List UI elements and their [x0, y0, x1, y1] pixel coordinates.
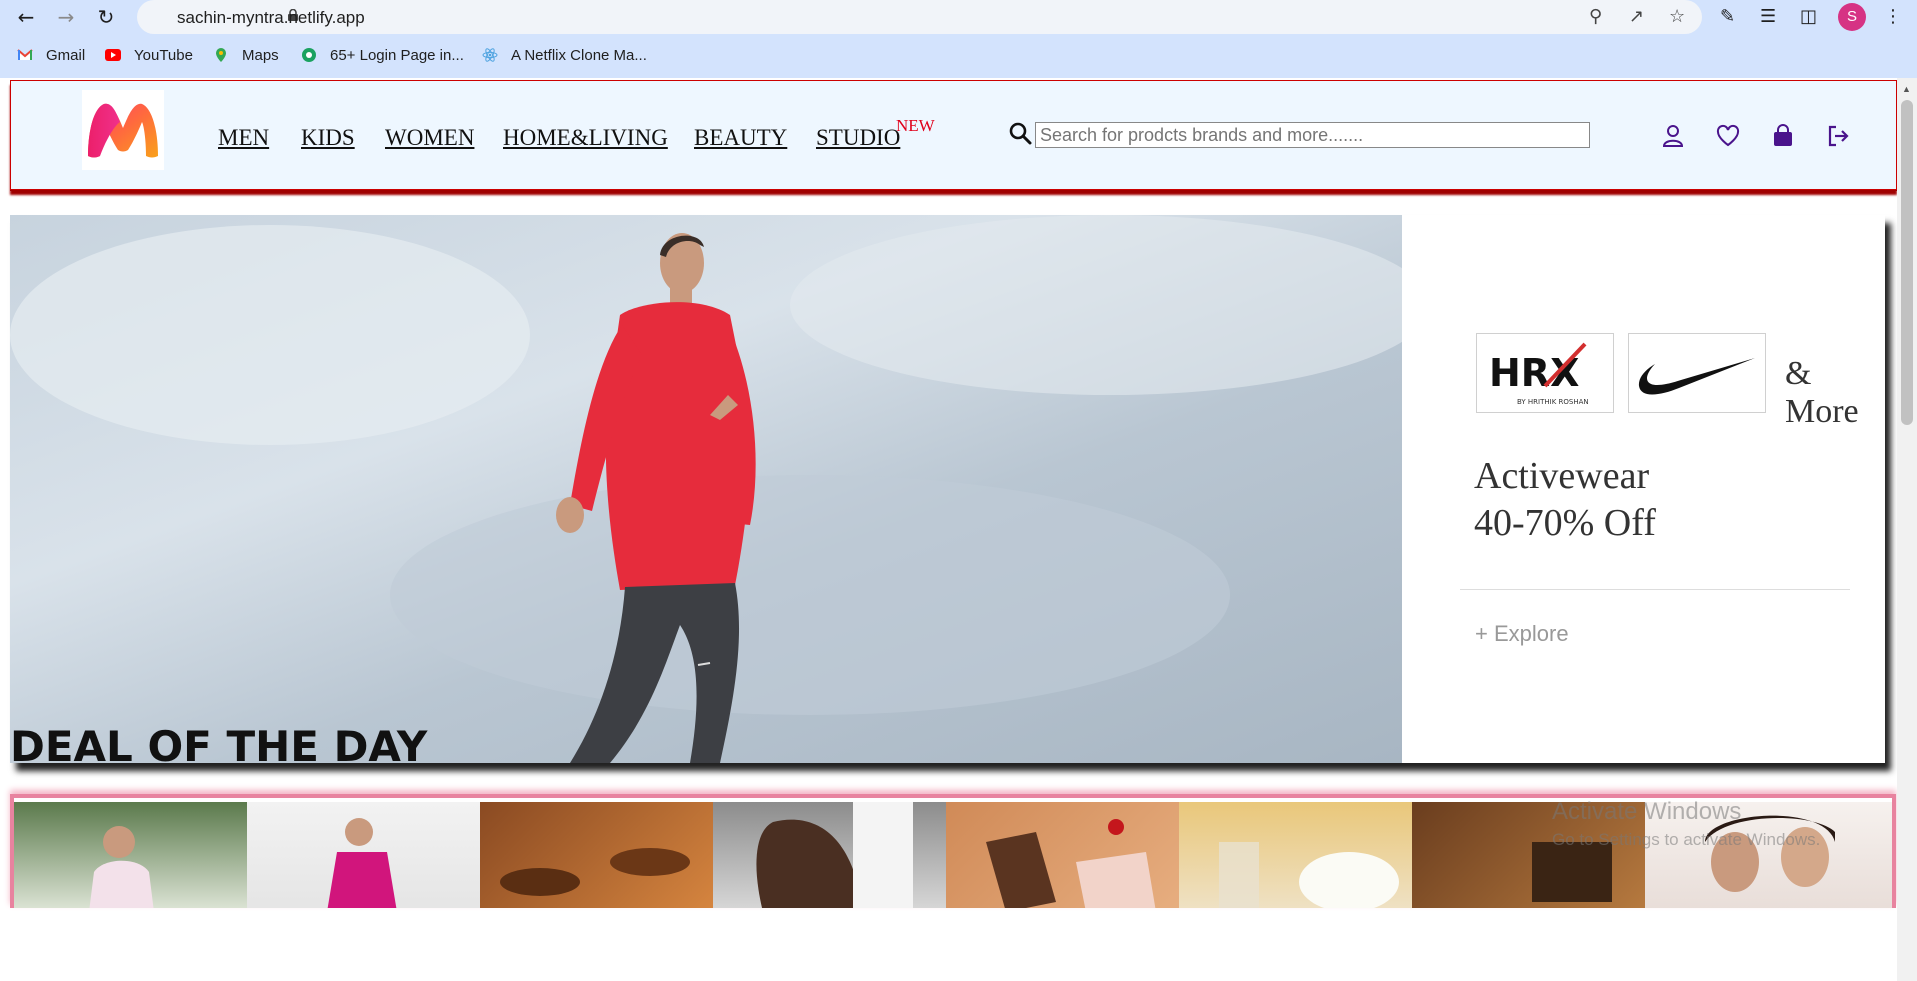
site-icon: [302, 48, 316, 62]
reload-icon[interactable]: ↻: [93, 4, 119, 30]
hero-banner[interactable]: HRX BY HRITHIK ROSHAN & More Activewear …: [10, 215, 1885, 763]
zoom-icon[interactable]: ⚲: [1589, 6, 1602, 27]
runner-illustration: [10, 215, 1402, 763]
svg-text:HRX: HRX: [1489, 351, 1579, 395]
windows-watermark-subtitle: Go to Settings to activate Windows.: [1552, 830, 1821, 849]
more-brands-text: & More: [1785, 355, 1859, 430]
divider: [1460, 589, 1850, 590]
star-icon[interactable]: ☆: [1669, 6, 1685, 27]
explore-link[interactable]: + Explore: [1475, 621, 1569, 647]
share-icon[interactable]: ↗: [1629, 6, 1644, 27]
extensions-icon[interactable]: ✎: [1720, 6, 1735, 27]
search-icon[interactable]: [1008, 121, 1034, 147]
myntra-logo[interactable]: [82, 90, 164, 170]
nav-beauty[interactable]: BEAUTY: [694, 125, 787, 151]
back-icon[interactable]: ←: [13, 4, 39, 30]
bookmark-login-page[interactable]: 65+ Login Page in...: [330, 47, 464, 64]
deal-tile[interactable]: [1179, 802, 1412, 908]
hero-offer-panel: HRX BY HRITHIK ROSHAN & More Activewear …: [1402, 215, 1885, 763]
bag-icon[interactable]: [1770, 123, 1796, 149]
deal-tile[interactable]: [247, 802, 480, 908]
logo-mark: [88, 103, 158, 158]
site-header: MEN KIDS WOMEN HOME&LIVING BEAUTY STUDIO…: [10, 80, 1897, 190]
youtube-icon: [105, 49, 121, 61]
scrollbar-thumb[interactable]: [1901, 100, 1913, 425]
bookmark-maps[interactable]: Maps: [242, 47, 279, 64]
browser-toolbar: ← → ↻ sachin-myntra.netlify.app ⚲ ↗ ☆ ✎ …: [0, 0, 1917, 34]
maps-icon: [216, 48, 226, 62]
offer-line-2: 40-70% Off: [1474, 502, 1656, 544]
media-icon[interactable]: ☰: [1760, 6, 1776, 27]
side-panel-icon[interactable]: ◫: [1800, 6, 1817, 27]
forward-icon[interactable]: →: [53, 4, 79, 30]
deal-tile[interactable]: [14, 802, 247, 908]
hrx-logo: HRX BY HRITHIK ROSHAN: [1476, 333, 1614, 413]
offer-text: Activewear 40-70% Off: [1474, 453, 1656, 547]
nike-logo: [1628, 333, 1766, 413]
nav-women[interactable]: WOMEN: [385, 125, 474, 151]
address-bar[interactable]: sachin-myntra.netlify.app ⚲ ↗ ☆: [137, 0, 1702, 34]
logout-icon[interactable]: [1825, 123, 1851, 149]
offer-line-1: Activewear: [1474, 455, 1650, 497]
nav-studio[interactable]: STUDIO: [816, 125, 900, 151]
bookmarks-bar: Gmail YouTube Maps 65+ Login Page in... …: [0, 34, 1917, 78]
deal-tile[interactable]: [946, 802, 1179, 908]
svg-text:BY HRITHIK ROSHAN: BY HRITHIK ROSHAN: [1517, 398, 1589, 406]
search-input[interactable]: [1035, 122, 1590, 148]
menu-icon[interactable]: ⋮: [1884, 6, 1902, 27]
gmail-icon: [17, 49, 33, 60]
avatar[interactable]: S: [1838, 3, 1866, 31]
deal-tile[interactable]: [713, 802, 946, 908]
scroll-up-icon[interactable]: ▲: [1902, 84, 1911, 94]
bookmark-netflix-clone[interactable]: A Netflix Clone Ma...: [511, 47, 647, 64]
url-text: sachin-myntra.netlify.app: [177, 8, 365, 27]
bookmark-gmail[interactable]: Gmail: [46, 47, 85, 64]
bookmark-youtube[interactable]: YouTube: [134, 47, 193, 64]
nav-men[interactable]: MEN: [218, 125, 269, 151]
hero-image-runner: [10, 215, 1402, 763]
windows-watermark-title: Activate Windows: [1552, 798, 1742, 825]
profile-icon[interactable]: [1660, 123, 1686, 149]
react-icon: [482, 48, 498, 62]
nav-home-living[interactable]: HOME&LIVING: [503, 125, 668, 151]
wishlist-icon[interactable]: [1715, 123, 1741, 149]
studio-new-badge: NEW: [896, 116, 935, 135]
deal-of-the-day-heading: DEAL OF THE DAY: [10, 722, 428, 771]
nav-kids[interactable]: KIDS: [301, 125, 355, 151]
deal-tile[interactable]: [480, 802, 713, 908]
